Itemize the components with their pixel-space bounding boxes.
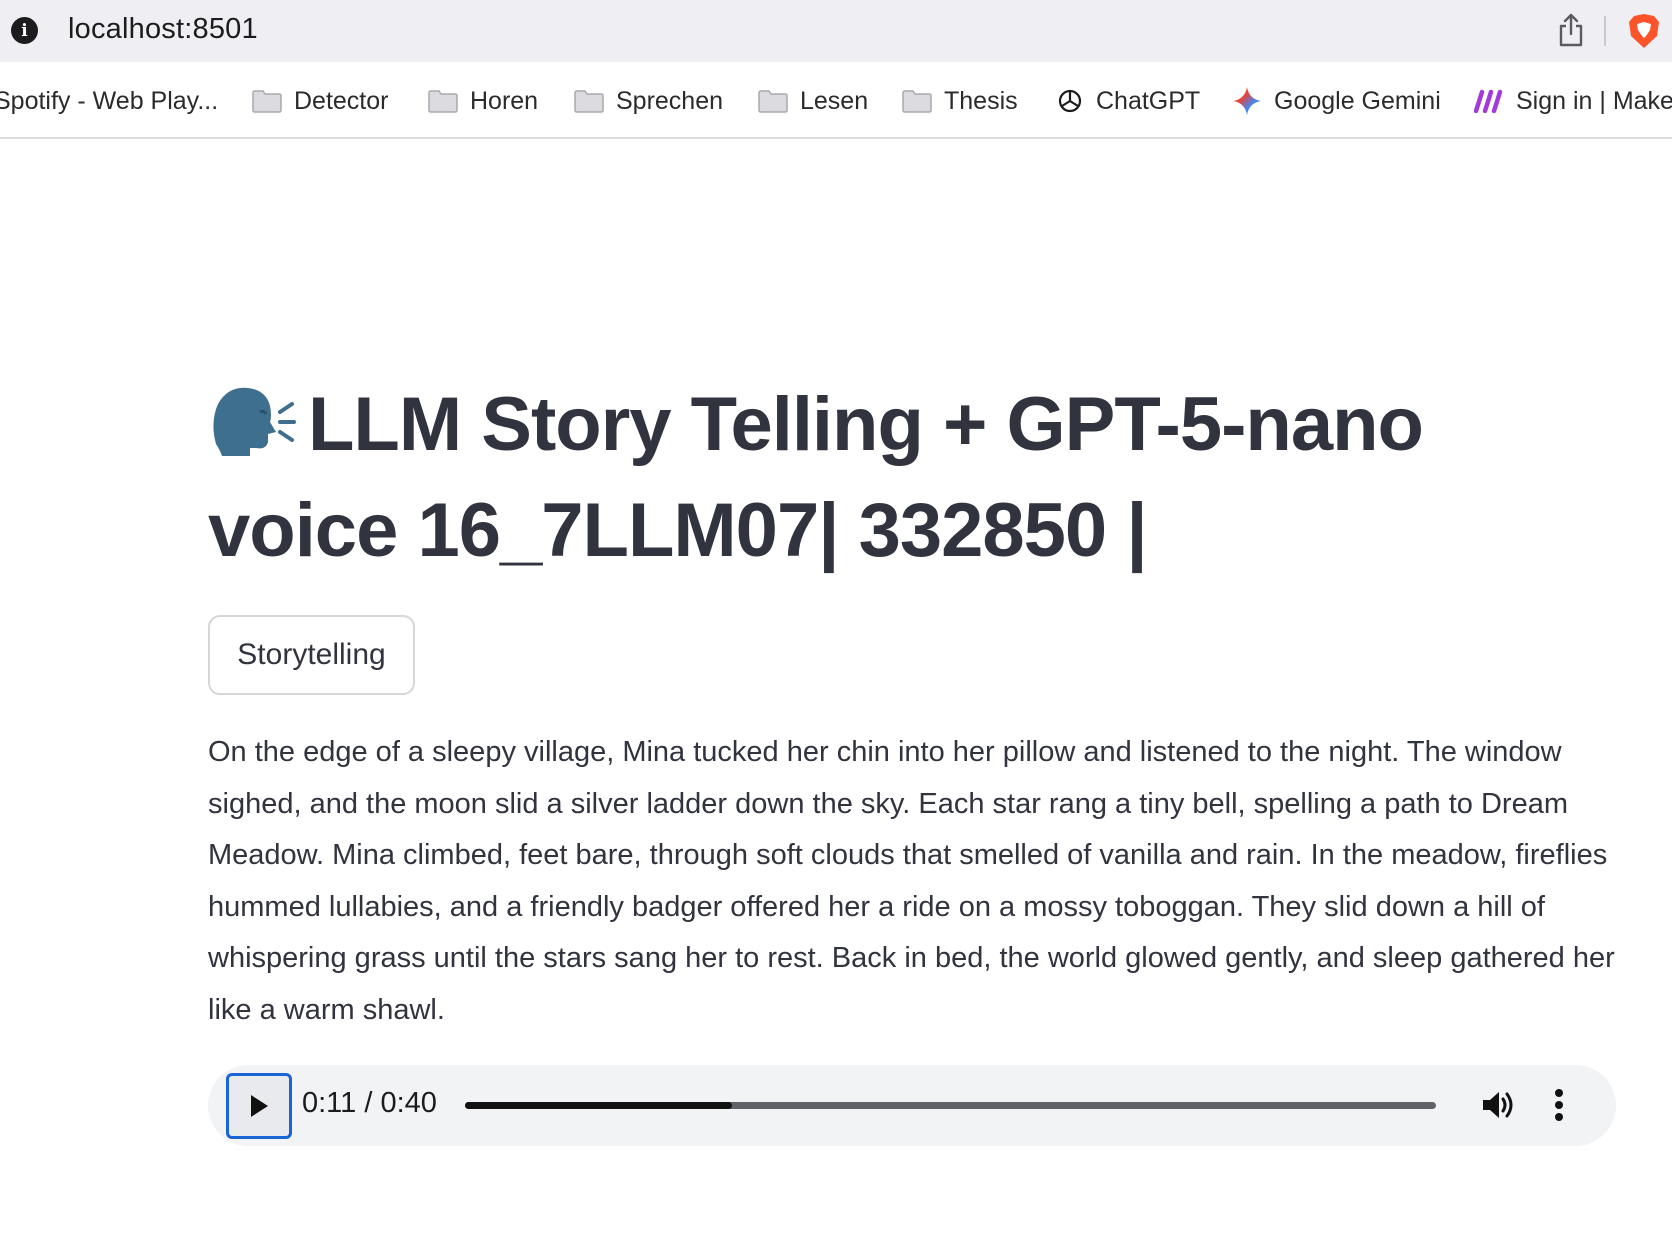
bookmark-label: Sign in | Make <box>1516 86 1672 115</box>
bookmark-gemini[interactable]: Google Gemini <box>1232 84 1441 118</box>
brave-shield-icon[interactable] <box>1626 12 1662 50</box>
bookmark-sprechen[interactable]: Sprechen <box>574 84 723 118</box>
bookmark-label: Horen <box>470 86 539 115</box>
bookmark-lesen[interactable]: Lesen <box>758 84 868 118</box>
info-icon[interactable]: i <box>11 17 38 44</box>
bookmark-detector[interactable]: Detector <box>252 84 388 118</box>
play-button[interactable] <box>226 1073 292 1139</box>
make-icon <box>1474 89 1503 113</box>
seek-bar[interactable] <box>465 1102 1436 1109</box>
address-bar: i localhost:8501 <box>0 0 1672 62</box>
bookmark-make[interactable]: Sign in | Make <box>1474 84 1672 118</box>
bookmark-label: Lesen <box>800 86 869 115</box>
more-options-icon[interactable] <box>1553 1087 1565 1123</box>
folder-icon <box>428 89 458 113</box>
story-text: On the edge of a sleepy village, Mina tu… <box>208 736 1615 1026</box>
time-display: 0:11 / 0:40 <box>302 1087 437 1119</box>
toolbar-divider <box>1604 16 1606 46</box>
bookmark-horen[interactable]: Horen <box>428 84 538 118</box>
url-field[interactable]: localhost:8501 <box>68 13 258 46</box>
bookmark-label: Thesis <box>944 86 1018 115</box>
bookmarks-bar: Spotify - Web Play... Detector Horen Spr… <box>0 62 1672 139</box>
bookmark-chatgpt[interactable]: ChatGPT <box>1056 84 1200 118</box>
bookmark-label: Detector <box>294 86 389 115</box>
seek-progress <box>465 1102 733 1109</box>
page-title: LLM Story Telling + GPT-5-nano voice 16_… <box>208 372 1628 584</box>
volume-icon[interactable] <box>1480 1087 1516 1123</box>
folder-icon <box>902 89 932 113</box>
folder-icon <box>758 89 788 113</box>
folder-icon <box>252 89 282 113</box>
bookmark-label: Sprechen <box>616 86 724 115</box>
speaking-head-icon <box>213 387 296 456</box>
folder-icon <box>574 89 604 113</box>
chatgpt-icon <box>1058 89 1082 113</box>
tab-storytelling[interactable]: Storytelling <box>208 615 415 695</box>
bookmark-label: ChatGPT <box>1096 86 1201 115</box>
play-icon <box>251 1095 268 1117</box>
page-title-text: LLM Story Telling + GPT-5-nano voice 16_… <box>208 382 1424 573</box>
bookmark-thesis[interactable]: Thesis <box>902 84 1018 118</box>
bookmark-label: Google Gemini <box>1274 86 1441 115</box>
share-icon[interactable] <box>1556 12 1586 48</box>
bookmark-label: Spotify - Web Play... <box>0 86 219 115</box>
gemini-icon <box>1233 87 1261 115</box>
bookmark-spotify[interactable]: Spotify - Web Play... <box>0 84 218 118</box>
audio-player: 0:11 / 0:40 <box>208 1065 1616 1146</box>
